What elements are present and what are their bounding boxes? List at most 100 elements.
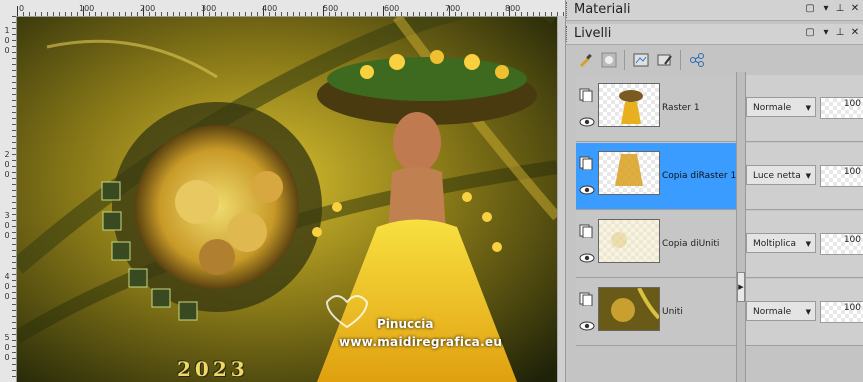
opacity-field[interactable]: 100 (820, 97, 863, 119)
ruler-tick (12, 334, 16, 335)
eye-icon[interactable] (579, 113, 595, 127)
close-icon[interactable]: ✕ (849, 27, 861, 39)
link-icon[interactable] (688, 51, 706, 69)
ruler-label: 2 (4, 150, 10, 159)
ruler-tick (233, 12, 234, 16)
ruler-tick (41, 12, 42, 16)
ruler-tick (113, 12, 114, 16)
layer-group-icon[interactable] (579, 223, 593, 239)
layer-properties: Normale ▼ 100 (746, 75, 863, 142)
close-icon[interactable]: ✕ (849, 3, 861, 15)
pin-icon[interactable]: ⊥ (834, 27, 846, 39)
ruler-tick (12, 352, 16, 353)
ruler-tick (467, 12, 468, 16)
ruler-tick (317, 12, 318, 16)
ruler-tick (12, 154, 16, 155)
ruler-tick (413, 12, 414, 16)
ruler-label: 100 (79, 4, 95, 13)
ruler-tick (323, 6, 324, 16)
ruler-tick (473, 12, 474, 16)
layer-name: Copia diRaster 1 (662, 171, 737, 181)
year-badge: 2023 (177, 357, 249, 381)
ruler-tick (12, 364, 16, 365)
ruler-tick (407, 12, 408, 16)
ruler-tick (12, 280, 16, 281)
ruler-label: 600 (384, 4, 400, 13)
eye-icon[interactable] (579, 317, 595, 331)
ruler-tick (12, 76, 16, 77)
ruler-tick (191, 12, 192, 16)
panel-splitter[interactable]: ▶ (736, 72, 746, 382)
layer-row-copia-diuniti[interactable]: Copia diUniti (576, 211, 736, 278)
layer-thumbnail (598, 151, 660, 195)
ruler-label: 1 (4, 26, 10, 35)
pin-icon[interactable]: ⊥ (834, 3, 846, 15)
materials-panel-header: Materiali ▢ ▾ ⊥ ✕ (566, 0, 863, 21)
ruler-tick (107, 12, 108, 16)
ruler-tick (12, 310, 16, 311)
dropdown-icon[interactable]: ▾ (820, 27, 832, 39)
layer-properties: Normale ▼ 100 (746, 279, 863, 346)
ruler-tick (12, 340, 16, 341)
ruler-tick (12, 40, 16, 41)
drag-grip-icon[interactable] (566, 26, 570, 42)
ruler-tick (59, 12, 60, 16)
opacity-field[interactable]: 100 (820, 233, 863, 255)
ruler-tick (35, 12, 36, 16)
blend-mode-select[interactable]: Normale ▼ (746, 301, 816, 321)
ruler-tick (65, 12, 66, 16)
ruler-label: 0 (4, 353, 10, 362)
opacity-field[interactable]: 100 (820, 301, 863, 323)
ruler-tick (12, 28, 16, 29)
image-canvas[interactable]: Pinuccia www.maidiregrafica.eu 2023 (17, 17, 557, 382)
ruler-tick (12, 298, 16, 299)
chevron-down-icon: ▼ (805, 172, 811, 180)
ruler-label: 0 (4, 36, 10, 45)
eye-icon[interactable] (579, 249, 595, 263)
ruler-tick (221, 12, 222, 16)
layer-group-icon[interactable] (579, 291, 593, 307)
ruler-tick (119, 12, 120, 16)
mask-icon[interactable] (600, 51, 618, 69)
eye-icon[interactable] (579, 181, 595, 195)
ruler-tick (12, 268, 16, 269)
layer-row-copia-diraster-1[interactable]: Copia diRaster 1 (576, 143, 736, 210)
ruler-tick (71, 12, 72, 16)
restore-icon[interactable]: ▢ (804, 3, 816, 15)
brush-icon[interactable] (576, 51, 594, 69)
ruler-tick (12, 190, 16, 191)
ruler-tick (77, 12, 78, 16)
blend-mode-select[interactable]: Normale ▼ (746, 97, 816, 117)
ruler-tick (12, 370, 16, 371)
blend-mode-select[interactable]: Moltiplica ▼ (746, 233, 816, 253)
edit-layer-icon[interactable] (656, 51, 674, 69)
ruler-tick (305, 12, 306, 16)
ruler-tick (125, 12, 126, 16)
drag-grip-icon[interactable] (566, 2, 570, 18)
blend-mode-select[interactable]: Luce netta ▼ (746, 165, 816, 185)
layer-group-icon[interactable] (579, 87, 593, 103)
side-panels: Materiali ▢ ▾ ⊥ ✕ Livelli ▢ ▾ ⊥ ✕ Raster… (565, 0, 863, 382)
ruler-tick (12, 220, 16, 221)
ruler-tick (359, 12, 360, 16)
ruler-tick (12, 136, 16, 137)
layer-row-raster-1[interactable]: Raster 1 (576, 75, 736, 142)
ruler-tick (12, 106, 16, 107)
chevron-right-icon[interactable]: ▶ (737, 272, 745, 302)
dropdown-icon[interactable]: ▾ (820, 3, 832, 15)
ruler-label: 0 (4, 170, 10, 179)
opacity-field[interactable]: 100 (820, 165, 863, 187)
layers-panel-header: Livelli ▢ ▾ ⊥ ✕ (566, 24, 863, 45)
ruler-tick (239, 12, 240, 16)
restore-icon[interactable]: ▢ (804, 27, 816, 39)
ruler-tick (47, 12, 48, 16)
layer-group-icon[interactable] (579, 155, 593, 171)
ruler-tick (419, 12, 420, 16)
properties-icon[interactable] (632, 51, 650, 69)
ruler-tick (389, 12, 390, 16)
ruler-tick (12, 172, 16, 173)
layer-row-uniti[interactable]: Uniti (576, 279, 736, 346)
ruler-tick (89, 12, 90, 16)
chevron-down-icon: ▼ (805, 240, 811, 248)
ruler-tick (12, 22, 16, 23)
